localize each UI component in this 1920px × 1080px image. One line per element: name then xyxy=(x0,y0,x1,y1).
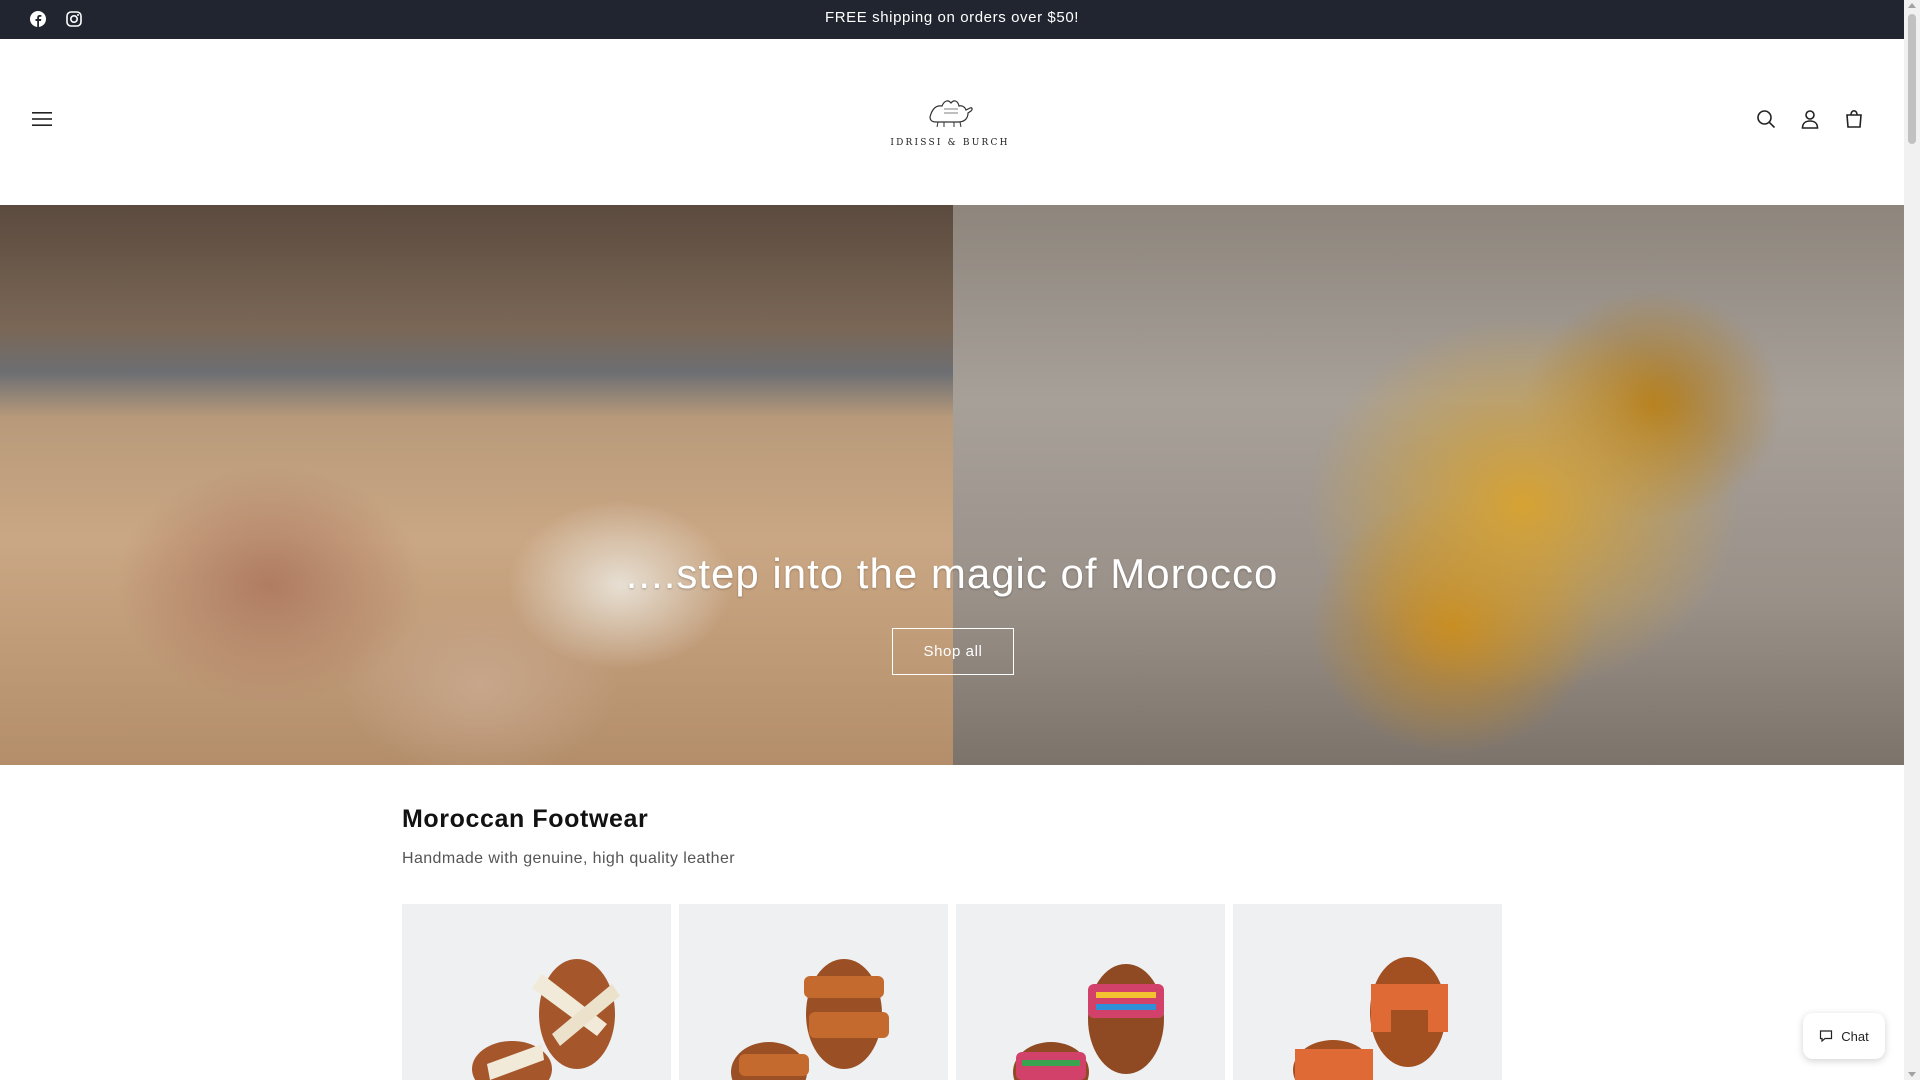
chat-button[interactable]: Chat xyxy=(1803,1013,1885,1059)
site-logo[interactable]: IDRISSI & BURCH xyxy=(880,89,1020,159)
hero-image-camels xyxy=(0,205,953,765)
collection-section: Moroccan Footwear Handmade with genuine,… xyxy=(402,805,1502,868)
product-card[interactable] xyxy=(1233,904,1502,1080)
page: FREE shipping on orders over $50! IDRISS… xyxy=(0,0,1904,1080)
search-icon[interactable] xyxy=(1752,105,1780,133)
logo-text: IDRISSI & BURCH xyxy=(890,138,1010,148)
scrollbar-thumb[interactable] xyxy=(1908,14,1916,144)
product-card[interactable] xyxy=(956,904,1225,1080)
scroll-up-arrow-icon[interactable] xyxy=(1908,3,1916,8)
sandal-image-orange-h xyxy=(1293,957,1448,1080)
camel-logo-icon xyxy=(929,100,973,128)
hero-image-dates xyxy=(953,205,1904,765)
chat-bubble-icon xyxy=(1820,1030,1833,1043)
product-card[interactable] xyxy=(679,904,948,1080)
product-card[interactable] xyxy=(402,904,671,1080)
scroll-down-arrow-icon[interactable] xyxy=(1908,1072,1916,1077)
collection-title: Moroccan Footwear xyxy=(402,805,649,833)
site-header: IDRISSI & BURCH xyxy=(0,39,1904,206)
sandal-image-woven-colorful xyxy=(1013,964,1164,1080)
cart-icon[interactable] xyxy=(1840,105,1868,133)
account-icon[interactable] xyxy=(1796,105,1824,133)
shop-all-button[interactable]: Shop all xyxy=(892,628,1014,675)
hero-banner: ....step into the magic of Morocco Shop … xyxy=(0,205,1904,765)
hero-heading: ....step into the magic of Morocco xyxy=(625,550,1279,597)
chat-label: Chat xyxy=(1841,1028,1869,1044)
announcement-message: FREE shipping on orders over $50! xyxy=(824,9,1080,26)
product-grid xyxy=(402,904,1502,1080)
page-scrollbar[interactable] xyxy=(1904,0,1920,1080)
hamburger-icon[interactable] xyxy=(28,105,56,133)
collection-subtitle: Handmade with genuine, high quality leat… xyxy=(402,850,735,867)
sandal-image-cream xyxy=(472,959,620,1080)
sandal-image-woven-tan xyxy=(731,959,889,1080)
announcement-bar: FREE shipping on orders over $50! xyxy=(0,0,1904,39)
